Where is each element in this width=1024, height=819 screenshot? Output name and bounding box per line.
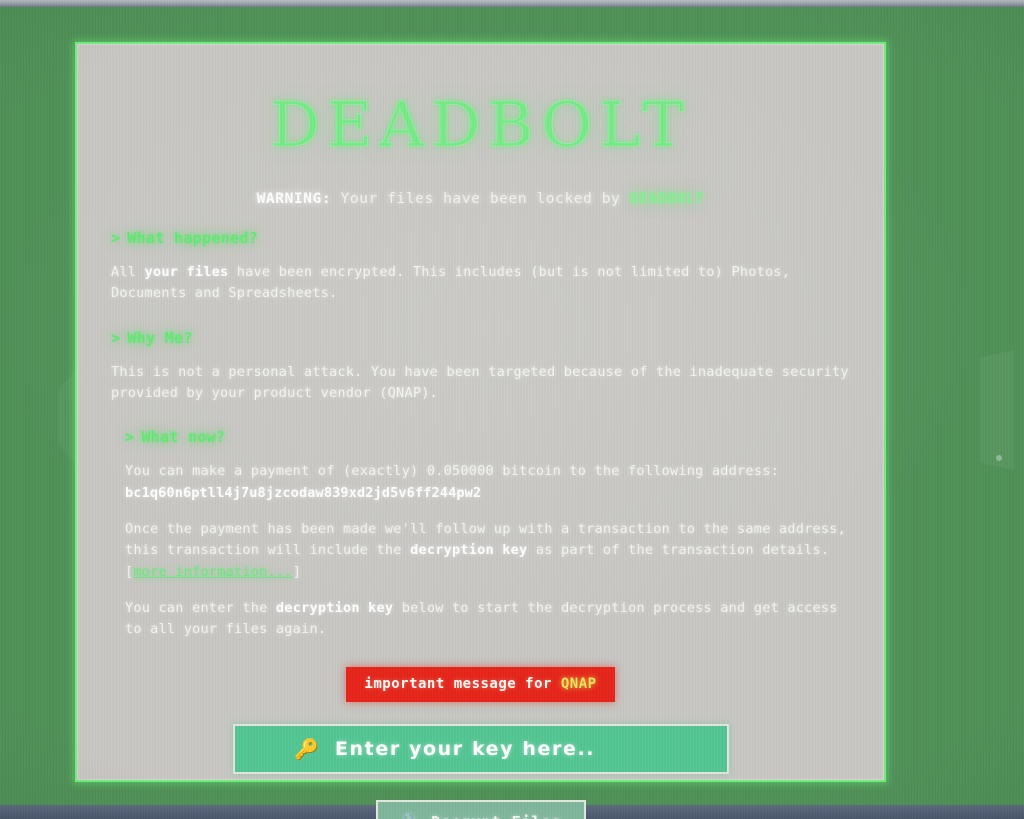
warning-banner: WARNING: Your files have been locked by … (77, 191, 884, 207)
warning-brand: DEADBOLT (629, 191, 705, 207)
text-emphasis: your files (144, 264, 229, 280)
decrypt-row: 🔒 Decrypt Files (111, 799, 850, 819)
heading-label: Why Me? (127, 328, 193, 347)
note-content: > What happened? All your files have been… (77, 229, 884, 819)
page-title: DEADBOLT (270, 88, 691, 162)
more-information-link[interactable]: more information... (133, 564, 292, 580)
lock-icon: 🔒 (399, 813, 420, 819)
heading-why-me: > Why Me? (111, 329, 850, 347)
desktop-watermark-right (980, 350, 1014, 470)
paragraph-why-me: This is not a personal attack. You have … (111, 363, 849, 401)
ransom-note-panel: DEADBOLT WARNING: Your files have been l… (75, 42, 886, 819)
qnap-button-vendor: QNAP (560, 675, 597, 692)
important-message-qnap-button[interactable]: important message for QNAP (346, 666, 615, 702)
heading-label: What now? (141, 428, 226, 447)
key-entry-row: 🔑 (111, 723, 850, 774)
enter-key-emphasis: decryption key (275, 599, 394, 616)
key-icon: 🔑 (294, 736, 319, 761)
paragraph-payment-instruction: You can make a payment of (exactly) 0.05… (111, 461, 850, 504)
chevron-icon: > (111, 229, 121, 247)
decrypt-button-label: Decrypt Files (431, 813, 561, 819)
warning-label: WARNING: (256, 191, 332, 207)
chevron-icon: > (111, 328, 121, 347)
heading-label: What happened? (127, 229, 258, 247)
chevron-icon: > (125, 428, 135, 447)
text-pre: All (111, 264, 145, 280)
heading-what-now: > What now? (111, 428, 850, 446)
paragraph-enter-key: You can enter the decryption key below t… (111, 598, 850, 641)
enter-key-pre: You can enter the (125, 599, 276, 616)
warning-text: Your files have been locked by (331, 191, 630, 207)
qnap-message-row: important message for QNAP (111, 666, 850, 702)
followup-end: ] (292, 563, 302, 580)
bitcoin-address[interactable]: bc1q60n6ptll4j7u8jzcodaw839xd2jd5v6ff244… (125, 483, 850, 504)
key-input-container[interactable]: 🔑 (232, 723, 729, 774)
paragraph-what-happened: All your files have been encrypted. This… (111, 262, 850, 305)
desktop-dot (996, 455, 1002, 461)
decrypt-files-button[interactable]: 🔒 Decrypt Files (375, 799, 586, 819)
screen-photo: DEADBOLT WARNING: Your files have been l… (0, 0, 1024, 819)
heading-what-happened: > What happened? (111, 229, 850, 247)
monitor-bezel-top (0, 0, 1024, 7)
decryption-key-input[interactable] (332, 736, 667, 761)
followup-emphasis: decryption key (410, 542, 528, 559)
payment-instruction-text: You can make a payment of (exactly) 0.05… (125, 463, 779, 480)
qnap-button-prefix: important message for (364, 675, 561, 692)
paragraph-followup: Once the payment has been made we'll fol… (111, 519, 850, 583)
